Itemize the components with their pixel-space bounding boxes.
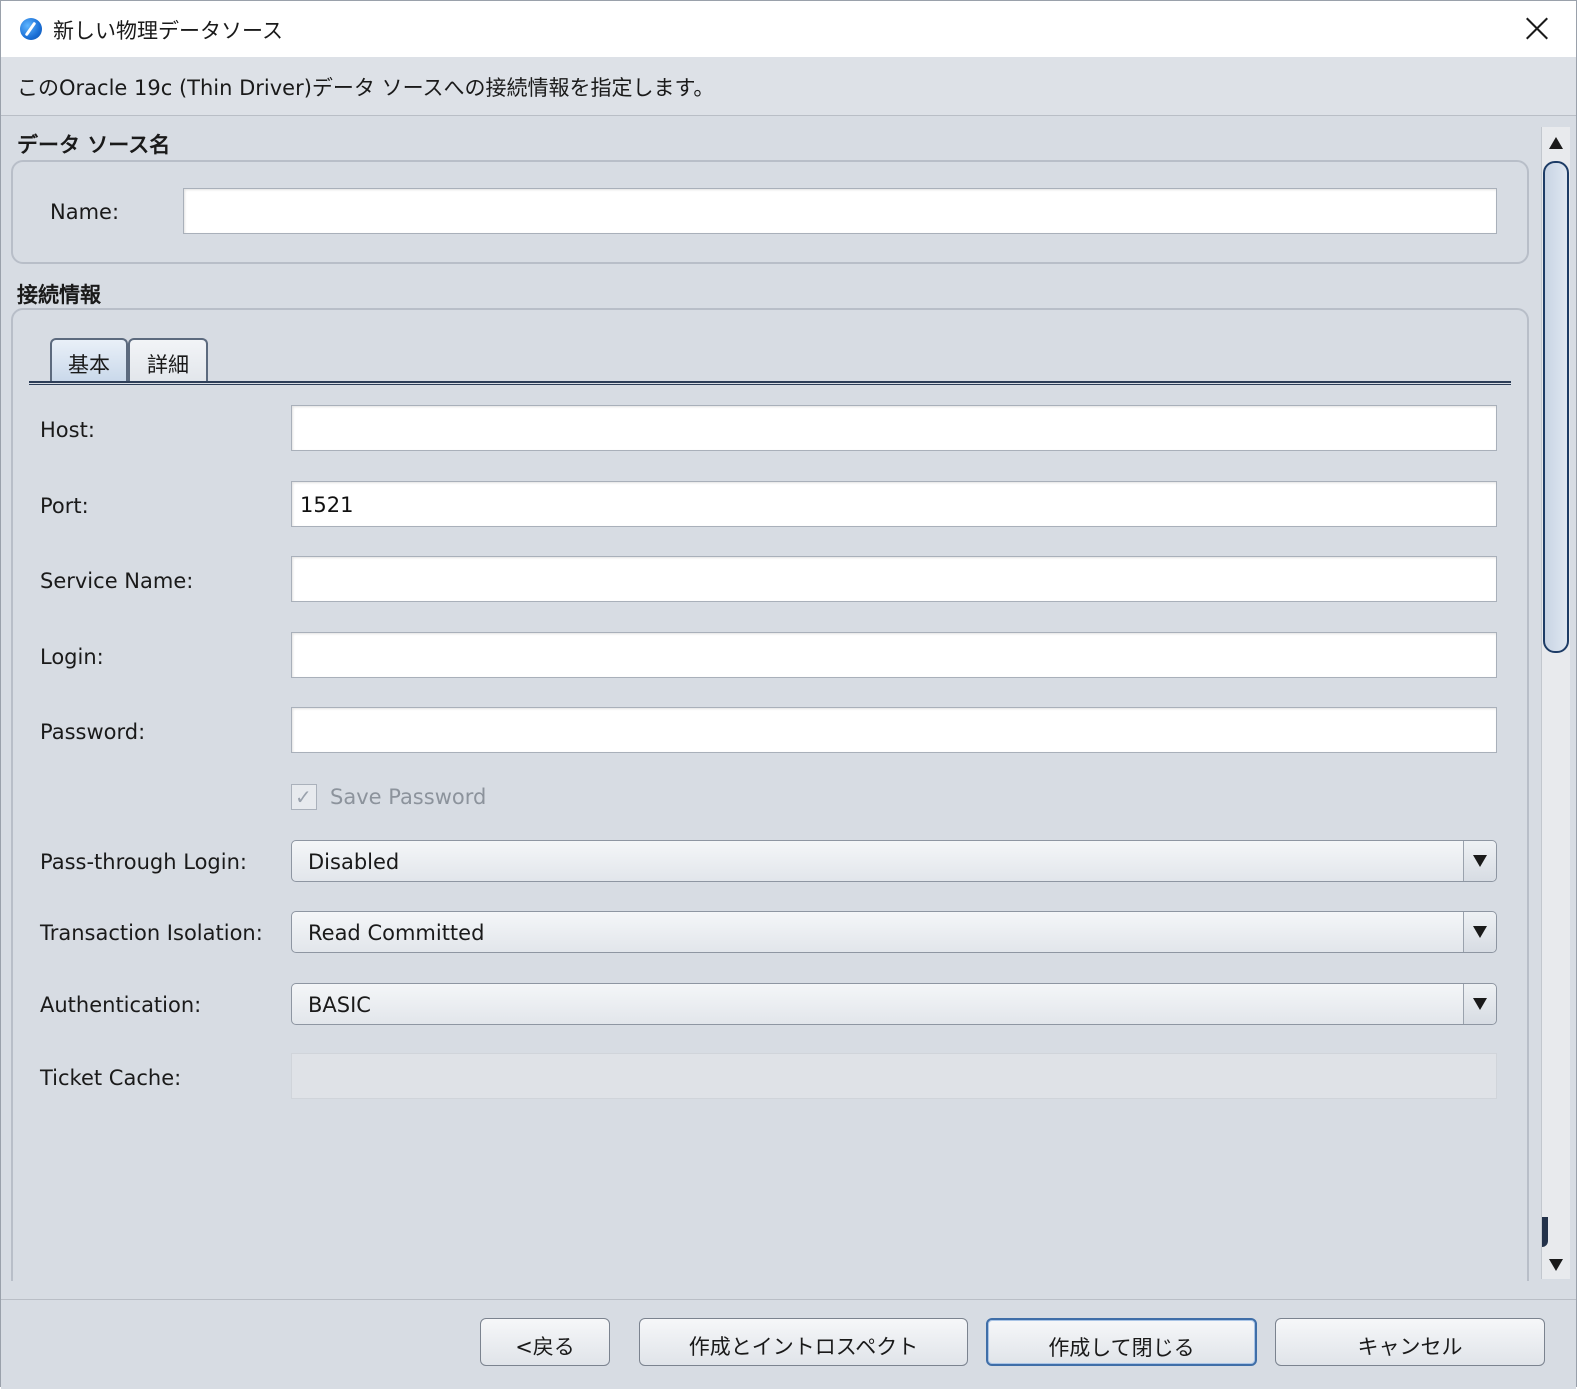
chevron-down-icon[interactable]	[1463, 984, 1496, 1024]
content-panel: データ ソース名 Name: 接続情報 基本 詳細 Host: Port: 15…	[1, 116, 1541, 1281]
create-close-button[interactable]: 作成して閉じる	[986, 1318, 1257, 1366]
create-introspect-button[interactable]: 作成とイントロスペクト	[639, 1318, 968, 1366]
cancel-button[interactable]: キャンセル	[1275, 1318, 1545, 1366]
passthrough-login-value: Disabled	[308, 850, 400, 874]
chevron-down-icon[interactable]	[1463, 841, 1496, 881]
host-input[interactable]	[291, 405, 1497, 451]
service-name-input[interactable]	[291, 556, 1497, 602]
tab-advanced[interactable]: 詳細	[128, 338, 208, 382]
ticket-cache-input	[291, 1053, 1497, 1099]
app-logo-icon	[20, 18, 42, 40]
host-label: Host:	[40, 418, 95, 442]
login-input[interactable]	[291, 632, 1497, 678]
port-label: Port:	[40, 494, 89, 518]
vertical-scrollbar[interactable]	[1541, 127, 1570, 1279]
transaction-isolation-label: Transaction Isolation:	[40, 921, 263, 945]
scrollbar-track-edge	[1542, 1217, 1548, 1247]
window-title: 新しい物理データソース	[53, 19, 283, 43]
button-bar: <戻る 作成とイントロスペクト 作成して閉じる キャンセル	[1, 1299, 1576, 1389]
datasource-group: Name:	[11, 160, 1529, 264]
checkmark-icon: ✓	[295, 785, 312, 809]
info-banner: このOracle 19c (Thin Driver)データ ソースへの接続情報を…	[1, 57, 1576, 116]
scrollbar-thumb[interactable]	[1543, 161, 1569, 653]
port-input[interactable]: 1521	[291, 481, 1497, 527]
passthrough-login-select[interactable]: Disabled	[291, 840, 1497, 882]
title-bar: 新しい物理データソース	[1, 1, 1576, 57]
save-password-checkbox[interactable]: ✓	[291, 784, 317, 810]
arrow-up-icon[interactable]	[1542, 127, 1570, 157]
tab-basic[interactable]: 基本	[50, 338, 128, 382]
service-name-label: Service Name:	[40, 569, 194, 593]
transaction-isolation-select[interactable]: Read Committed	[291, 911, 1497, 953]
info-text: このOracle 19c (Thin Driver)データ ソースへの接続情報を…	[17, 76, 715, 100]
login-label: Login:	[40, 645, 104, 669]
close-icon[interactable]	[1522, 13, 1552, 43]
datasource-section-title: データ ソース名	[17, 133, 171, 157]
arrow-down-icon[interactable]	[1542, 1249, 1570, 1279]
save-password-label: Save Password	[330, 785, 487, 809]
tab-divider	[29, 381, 1511, 385]
connection-section-title: 接続情報	[17, 283, 101, 307]
authentication-select[interactable]: BASIC	[291, 983, 1497, 1025]
new-physical-datasource-dialog: 新しい物理データソース このOracle 19c (Thin Driver)デー…	[0, 0, 1577, 1389]
password-input[interactable]	[291, 707, 1497, 753]
back-button[interactable]: <戻る	[480, 1318, 610, 1366]
name-label: Name:	[50, 200, 120, 224]
authentication-value: BASIC	[308, 993, 371, 1017]
connection-group	[11, 308, 1529, 1281]
name-input[interactable]	[183, 188, 1497, 234]
password-label: Password:	[40, 720, 146, 744]
ticket-cache-label: Ticket Cache:	[40, 1066, 182, 1090]
chevron-down-icon[interactable]	[1463, 912, 1496, 952]
passthrough-login-label: Pass-through Login:	[40, 850, 247, 874]
authentication-label: Authentication:	[40, 993, 202, 1017]
transaction-isolation-value: Read Committed	[308, 921, 485, 945]
